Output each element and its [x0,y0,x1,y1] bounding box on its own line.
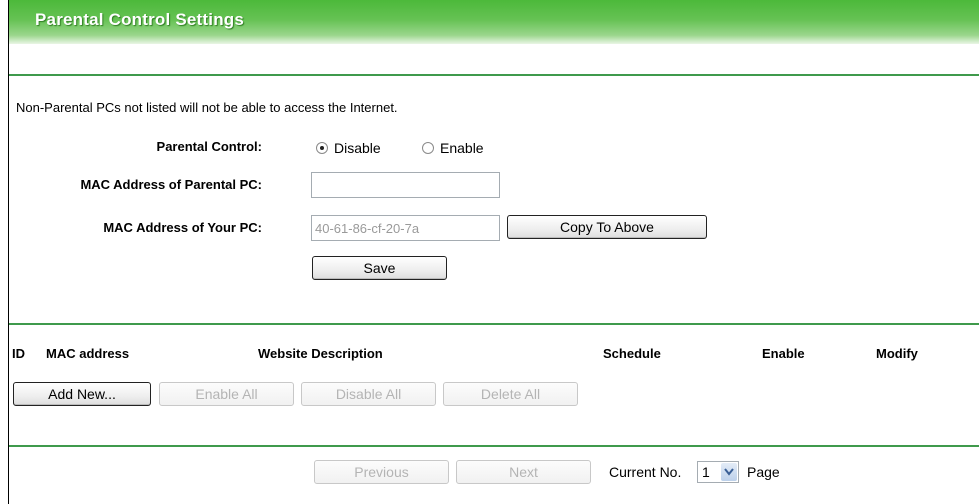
delete-all-button: Delete All [443,382,578,406]
add-new-button[interactable]: Add New... [13,382,151,406]
radio-enable[interactable]: Enable [422,140,484,156]
divider-middle [9,323,979,325]
radio-disable-icon[interactable] [316,142,328,154]
save-button[interactable]: Save [312,256,447,280]
divider-top [9,74,979,76]
col-id: ID [12,346,25,361]
current-no-label: Current No. [609,464,682,480]
previous-button: Previous [314,460,449,484]
col-schedule: Schedule [603,346,661,361]
mac-your-label: MAC Address of Your PC: [103,220,262,235]
page-label: Page [747,464,780,480]
page-select[interactable]: 1 [697,461,739,483]
radio-disable[interactable]: Disable [316,140,381,156]
next-button: Next [456,460,591,484]
col-enable: Enable [762,346,805,361]
col-mac-address: MAC address [46,346,130,361]
radio-disable-label: Disable [334,140,381,156]
divider-bottom [9,445,979,447]
radio-enable-icon[interactable] [422,142,434,154]
notice-text: Non-Parental PCs not listed will not be … [16,100,398,115]
mac-parental-input[interactable] [311,172,500,198]
parental-control-label: Parental Control: [156,139,262,154]
copy-to-above-button[interactable]: Copy To Above [507,215,707,239]
mac-parental-label: MAC Address of Parental PC: [80,177,262,192]
disable-all-button: Disable All [301,382,436,406]
radio-enable-label: Enable [440,140,484,156]
chevron-down-icon[interactable] [721,463,737,481]
mac-your-input [311,215,500,241]
col-website-description: Website Description [258,346,383,361]
page-select-value: 1 [702,464,710,480]
enable-all-button: Enable All [159,382,294,406]
page-title: Parental Control Settings [35,10,245,29]
title-bar: Parental Control Settings [9,0,979,44]
col-modify: Modify [876,346,918,361]
